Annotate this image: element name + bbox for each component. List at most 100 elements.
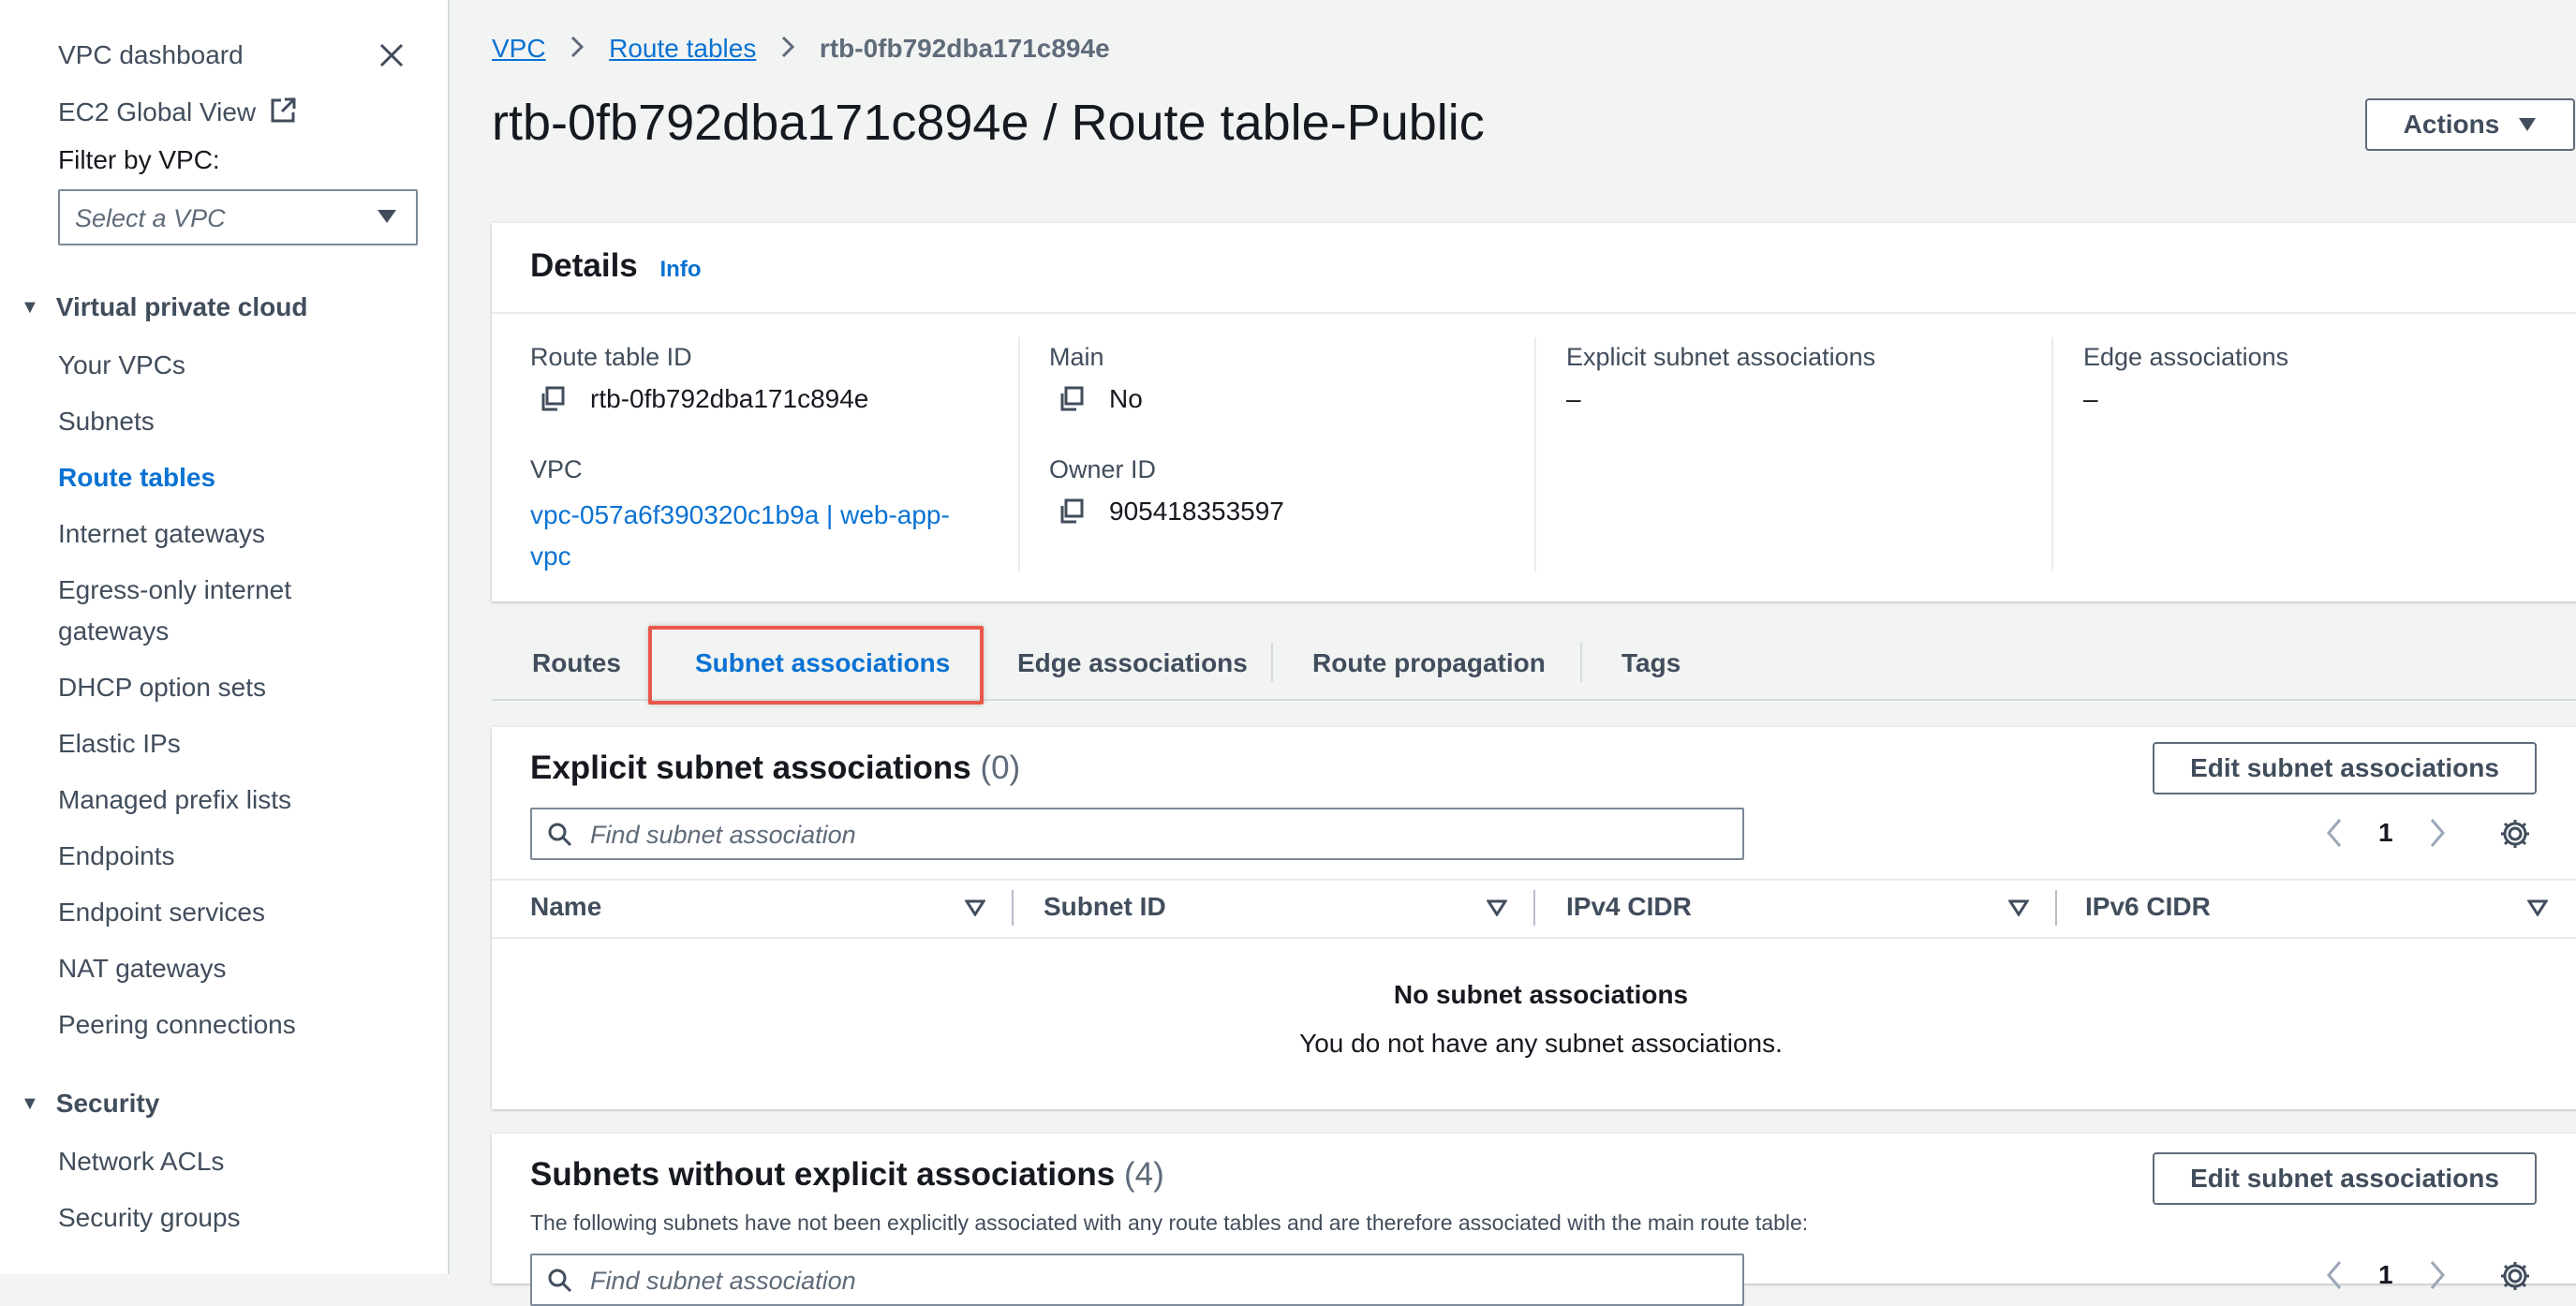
column-header-ipv4-cidr[interactable]: IPv4 CIDR [1566, 892, 1692, 922]
copy-icon[interactable] [1058, 497, 1086, 526]
page-title: rtb-0fb792dba171c894e / Route table-Publ… [492, 95, 1485, 151]
nav-section-virtual-private-cloud[interactable]: ▼ Virtual private cloud [21, 292, 307, 322]
breadcrumb-route-tables[interactable]: Route tables [609, 34, 756, 63]
nav-title-vpc-dashboard[interactable]: VPC dashboard [58, 40, 244, 70]
nav-item-endpoints[interactable]: Endpoints [58, 841, 175, 871]
without-associations-description: The following subnets have not been expl… [530, 1210, 1809, 1235]
column-resizer[interactable] [1012, 890, 1014, 926]
caret-down-icon [378, 210, 396, 223]
tab-edge-associations[interactable]: Edge associations [1017, 648, 1248, 678]
owner-id-value: 905418353597 [1109, 497, 1284, 526]
chevron-right-icon[interactable] [2429, 817, 2446, 849]
pagination-current-page[interactable]: 1 [2378, 818, 2393, 848]
column-resizer[interactable] [1533, 890, 1535, 926]
nav-item-dhcp-option-sets[interactable]: DHCP option sets [58, 673, 266, 703]
column-header-subnet-id[interactable]: Subnet ID [1044, 892, 1166, 922]
column-divider [1018, 337, 1020, 571]
without-associations-title: Subnets without explicit associations (4… [530, 1156, 1164, 1194]
vpc-link-line2: vpc [530, 542, 571, 571]
explicit-associations-title: Explicit subnet associations (0) [530, 749, 1020, 787]
chevron-left-icon[interactable] [2326, 1259, 2343, 1291]
nav-item-internet-gateways[interactable]: Internet gateways [58, 519, 265, 549]
nav-item-network-acls[interactable]: Network ACLs [58, 1147, 224, 1177]
subnets-without-associations-panel: Subnets without explicit associations (4… [492, 1134, 2576, 1306]
nav-item-security-groups[interactable]: Security groups [58, 1203, 241, 1233]
nav-item-peering-connections[interactable]: Peering connections [58, 1010, 296, 1040]
tab-route-propagation[interactable]: Route propagation [1312, 648, 1546, 678]
search-placeholder: Find subnet association [590, 1267, 856, 1295]
empty-state-title: No subnet associations [1393, 980, 1689, 1009]
nav-item-elastic-ips[interactable]: Elastic IPs [58, 729, 181, 759]
empty-state-text: You do not have any subnet associations. [1299, 1029, 1783, 1058]
route-table-id-value: rtb-0fb792dba171c894e [590, 384, 869, 413]
breadcrumb-current: rtb-0fb792dba171c894e [819, 34, 1110, 63]
tab-routes[interactable]: Routes [532, 648, 621, 678]
column-header-name[interactable]: Name [530, 892, 601, 922]
tab-divider [1271, 643, 1273, 682]
column-resizer[interactable] [2055, 890, 2057, 926]
settings-gear-icon[interactable] [2499, 1260, 2531, 1292]
pagination-current-page-2[interactable]: 1 [2378, 1260, 2393, 1290]
sort-icon[interactable] [2008, 899, 2029, 916]
find-subnet-association-input-2[interactable]: Find subnet association [530, 1254, 1744, 1306]
explicit-subnet-associations-value: – [1566, 384, 1581, 413]
tab-tags[interactable]: Tags [1621, 648, 1680, 678]
nav-item-egress-only-internet-gateways[interactable]: Egress-only internet [58, 575, 291, 605]
nav-section-security[interactable]: ▼ Security [21, 1089, 159, 1119]
explicit-subnet-associations-label: Explicit subnet associations [1566, 343, 1876, 371]
chevron-left-icon[interactable] [2326, 817, 2343, 849]
chevron-right-icon[interactable] [2429, 1259, 2446, 1291]
vpc-filter-select[interactable]: Select a VPC [58, 189, 418, 245]
nav-item-route-tables[interactable]: Route tables [58, 463, 215, 493]
main-label: Main [1049, 343, 1104, 371]
details-title-text: Details [530, 247, 638, 284]
nav-item-managed-prefix-lists[interactable]: Managed prefix lists [58, 785, 291, 815]
edit-subnet-associations-button-2[interactable]: Edit subnet associations [2153, 1152, 2537, 1205]
nav-item-your-vpcs[interactable]: Your VPCs [58, 350, 185, 380]
find-subnet-association-input[interactable]: Find subnet association [530, 808, 1744, 860]
nav-item-subnets[interactable]: Subnets [58, 407, 155, 437]
vpc-filter-placeholder: Select a VPC [75, 204, 226, 232]
nav-ec2-global-view-label: EC2 Global View [58, 97, 257, 126]
actions-button-label: Actions [2403, 110, 2500, 139]
sort-icon[interactable] [2527, 899, 2548, 916]
vpc-link-line1: vpc-057a6f390320c1b9a | web-app- [530, 500, 950, 529]
edge-associations-value: – [2083, 384, 2098, 413]
copy-icon[interactable] [1058, 385, 1086, 413]
filter-by-vpc-label: Filter by VPC: [58, 145, 220, 174]
breadcrumb-vpc[interactable]: VPC [492, 34, 546, 63]
copy-icon[interactable] [539, 385, 567, 413]
side-navigation: VPC dashboard EC2 Global View Filter by … [0, 0, 450, 1274]
close-icon[interactable] [378, 42, 405, 68]
caret-down-icon [2519, 118, 2537, 131]
owner-id-label: Owner ID [1049, 455, 1157, 483]
sort-icon[interactable] [965, 899, 985, 916]
expanded-caret-icon: ▼ [21, 1093, 39, 1114]
external-link-icon [271, 97, 296, 123]
column-header-ipv6-cidr[interactable]: IPv6 CIDR [2085, 892, 2211, 922]
sort-icon[interactable] [1487, 899, 1507, 916]
explicit-associations-panel: Explicit subnet associations (0) Edit su… [492, 727, 2576, 1109]
main-value: No [1109, 384, 1143, 413]
divider [492, 312, 2576, 314]
nav-item-egress-only-internet-gateways-line2[interactable]: gateways [58, 616, 169, 646]
settings-gear-icon[interactable] [2499, 818, 2531, 850]
vpc-link[interactable]: vpc-057a6f390320c1b9a | web-app- vpc [530, 495, 950, 577]
explicit-associations-count: (0) [980, 749, 1021, 786]
vpc-label: VPC [530, 455, 583, 483]
route-table-id-label: Route table ID [530, 343, 692, 371]
info-link[interactable]: Info [660, 257, 702, 282]
column-divider [1534, 337, 1536, 571]
breadcrumb: VPC Route tables rtb-0fb792dba171c894e [492, 34, 1110, 64]
chevron-right-icon [571, 36, 585, 58]
chevron-right-icon [782, 36, 795, 58]
without-associations-count: (4) [1124, 1156, 1164, 1193]
nav-item-endpoint-services[interactable]: Endpoint services [58, 898, 265, 928]
tab-divider [1580, 643, 1582, 682]
actions-button[interactable]: Actions [2365, 98, 2575, 151]
expanded-caret-icon: ▼ [21, 297, 39, 318]
edit-subnet-associations-button[interactable]: Edit subnet associations [2153, 742, 2537, 794]
nav-ec2-global-view[interactable]: EC2 Global View [58, 96, 297, 127]
nav-item-nat-gateways[interactable]: NAT gateways [58, 954, 226, 984]
search-icon [548, 1269, 572, 1293]
